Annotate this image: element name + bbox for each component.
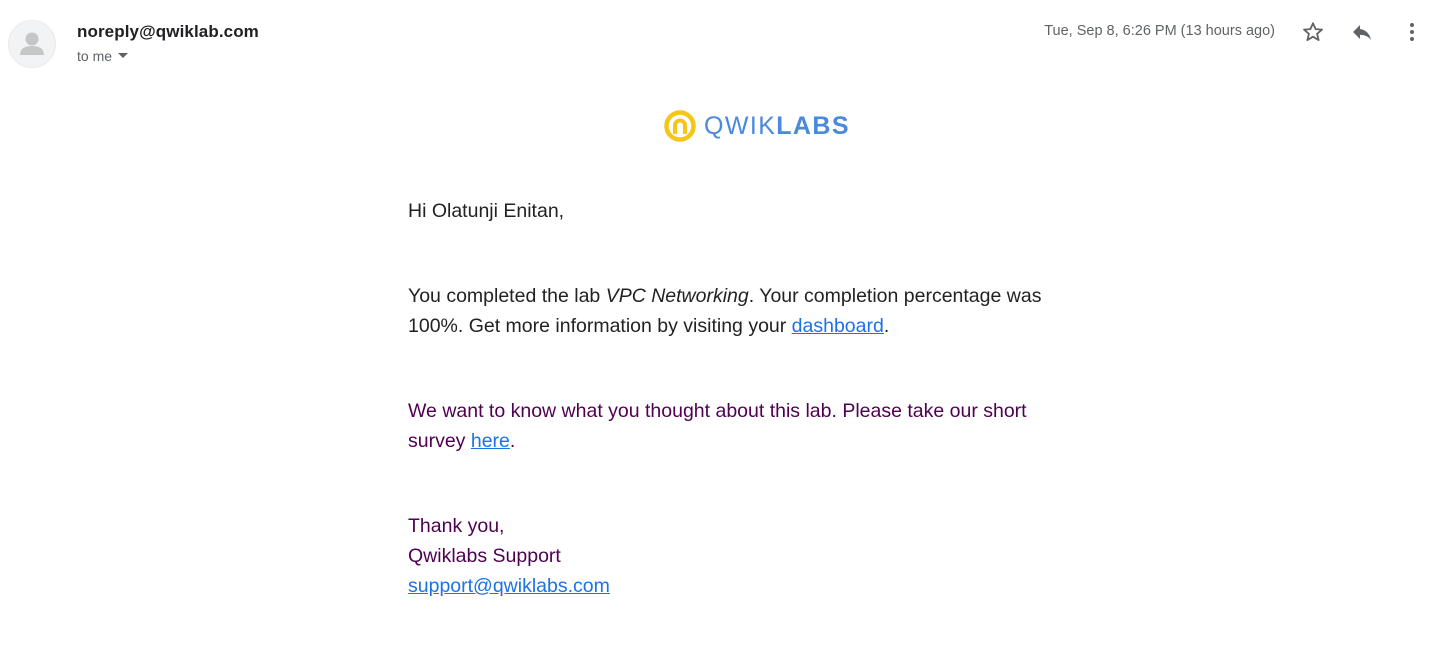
qwiklabs-logo-mark-icon <box>663 109 697 143</box>
sender-address[interactable]: noreply@qwiklab.com <box>77 22 259 42</box>
completion-text-end: . <box>883 315 890 337</box>
qwiklabs-logo-text: QWIKLABS <box>704 111 850 140</box>
email-header: noreply@qwiklab.com to me Tue, Sep 8, 6:… <box>0 0 1433 80</box>
recipient-label: to me <box>77 48 113 64</box>
completion-paragraph: You completed the lab VPC Networking. Yo… <box>408 281 1068 341</box>
star-icon[interactable] <box>1299 18 1327 46</box>
person-icon <box>20 32 44 55</box>
greeting: Hi Olatunji Enitan, <box>408 200 565 222</box>
email-timestamp: Tue, Sep 8, 6:26 PM (13 hours ago) <box>1044 23 1275 39</box>
survey-text-end: . <box>509 430 516 452</box>
dashboard-link[interactable]: dashboard <box>792 315 884 337</box>
lab-name: VPC Networking <box>605 285 749 307</box>
signoff-team: Qwiklabs Support <box>408 545 561 567</box>
qwiklabs-logo: QWIKLABS <box>663 108 850 144</box>
signoff: Thank you, Qwiklabs Support support@qwik… <box>408 511 1068 601</box>
sender-avatar[interactable] <box>8 20 56 68</box>
caret-down-icon[interactable] <box>118 53 129 59</box>
recipient-details-toggle[interactable]: to me <box>77 48 129 64</box>
reply-icon[interactable] <box>1348 18 1376 46</box>
completion-text-start: You completed the lab <box>408 285 606 307</box>
signoff-thanks: Thank you, <box>408 515 505 537</box>
email-body: Hi Olatunji Enitan, You completed the la… <box>408 196 1068 601</box>
survey-paragraph: We want to know what you thought about t… <box>408 396 1068 456</box>
more-vert-icon[interactable] <box>1398 18 1426 46</box>
logo-text-bold: LABS <box>776 111 850 140</box>
logo-text-light: QWIK <box>704 111 777 140</box>
survey-link[interactable]: here <box>471 430 510 452</box>
support-email-link[interactable]: support@qwiklabs.com <box>408 575 610 597</box>
